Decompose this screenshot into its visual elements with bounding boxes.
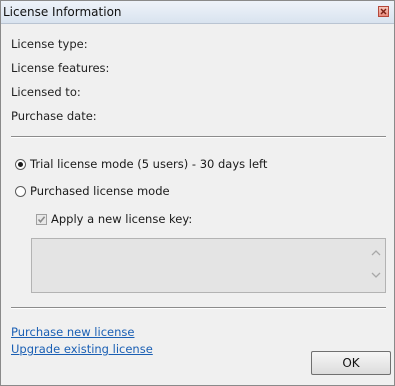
- trial-mode-radio[interactable]: [15, 158, 26, 170]
- checkmark-icon: [37, 215, 46, 223]
- close-button[interactable]: [378, 6, 389, 17]
- purchase-new-license-link[interactable]: Purchase new license: [11, 325, 134, 339]
- licensed-to-label: Licensed to:: [11, 85, 81, 99]
- chevron-down-icon[interactable]: [371, 271, 381, 279]
- title-bar[interactable]: License Information: [1, 1, 394, 24]
- separator-top: [11, 136, 386, 138]
- purchase-date-label: Purchase date:: [11, 109, 97, 123]
- purchased-mode-radio[interactable]: [15, 185, 26, 197]
- ok-button[interactable]: OK: [311, 351, 391, 375]
- upgrade-existing-license-link[interactable]: Upgrade existing license: [11, 342, 153, 356]
- apply-key-checkbox-row[interactable]: Apply a new license key:: [36, 212, 192, 226]
- separator-bottom: [11, 307, 386, 309]
- chevron-up-icon[interactable]: [371, 249, 381, 257]
- window-title: License Information: [3, 5, 122, 19]
- license-information-dialog: License Information License type: Licens…: [0, 0, 395, 386]
- purchased-mode-label[interactable]: Purchased license mode: [30, 184, 170, 198]
- purchased-mode-radio-row[interactable]: Purchased license mode: [15, 184, 170, 198]
- apply-key-checkbox[interactable]: [36, 213, 47, 225]
- license-key-textarea[interactable]: [31, 238, 386, 293]
- apply-key-label[interactable]: Apply a new license key:: [51, 212, 192, 226]
- close-icon: [380, 8, 387, 15]
- trial-mode-label[interactable]: Trial license mode (5 users) - 30 days l…: [30, 157, 267, 171]
- license-type-label: License type:: [11, 37, 88, 51]
- trial-mode-radio-row[interactable]: Trial license mode (5 users) - 30 days l…: [15, 157, 267, 171]
- license-features-label: License features:: [11, 61, 110, 75]
